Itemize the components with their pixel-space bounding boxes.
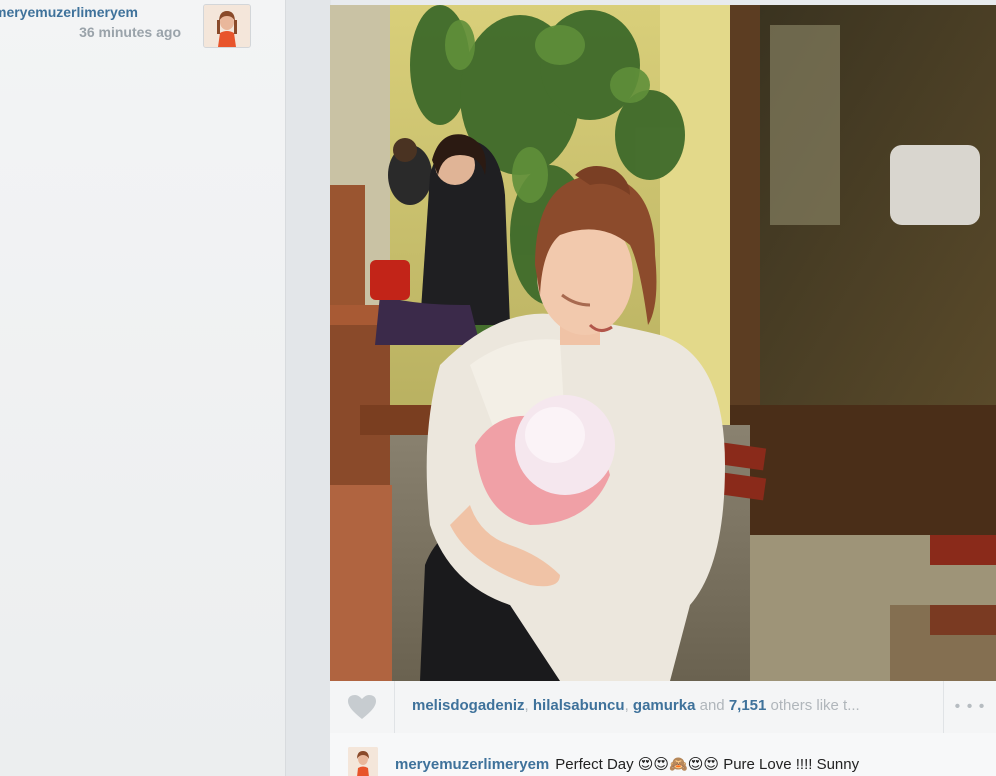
more-dots-icon: • • • — [954, 698, 986, 715]
instagram-post-view: meryemuzerlimeryem 36 minutes ago melisd… — [0, 0, 996, 776]
liker-separator: , — [524, 697, 533, 714]
likes-bar: melisdogadeniz, hilalsabuncu, gamurka an… — [330, 681, 996, 734]
likes-summary: melisdogadeniz, hilalsabuncu, gamurka an… — [412, 697, 942, 714]
more-options-button[interactable]: • • • — [943, 681, 996, 733]
likes-suffix: others like t... — [766, 697, 860, 714]
liker-link[interactable]: melisdogadeniz — [412, 697, 525, 714]
caption-author-avatar[interactable] — [348, 747, 378, 776]
likes-count[interactable]: 7,151 — [729, 697, 767, 714]
like-button[interactable] — [330, 681, 395, 733]
photo-woman-with-baby-icon — [330, 5, 996, 681]
column-gutter — [285, 0, 331, 776]
caption-text: meryemuzerlimeryem Perfect Day 😍😍🙈😍😍 Pure… — [395, 755, 859, 773]
post-photo[interactable] — [330, 5, 996, 681]
owner-avatar[interactable] — [203, 4, 251, 48]
liker-separator: , — [624, 697, 633, 714]
likes-and-text: and — [695, 697, 729, 714]
caption-row: meryemuzerlimeryem Perfect Day 😍😍🙈😍😍 Pure… — [330, 733, 996, 776]
post-meta-column: meryemuzerlimeryem 36 minutes ago — [0, 0, 285, 776]
caption-author-link[interactable]: meryemuzerlimeryem — [395, 756, 549, 773]
heart-icon — [348, 695, 376, 719]
liker-link[interactable]: hilalsabuncu — [533, 697, 625, 714]
liker-link[interactable]: gamurka — [633, 697, 696, 714]
caption-body: Perfect Day 😍😍🙈😍😍 Pure Love !!!! Sunny — [555, 756, 860, 773]
owner-username[interactable]: meryemuzerlimeryem — [0, 4, 184, 20]
post-timestamp[interactable]: 36 minutes ago — [79, 24, 181, 40]
